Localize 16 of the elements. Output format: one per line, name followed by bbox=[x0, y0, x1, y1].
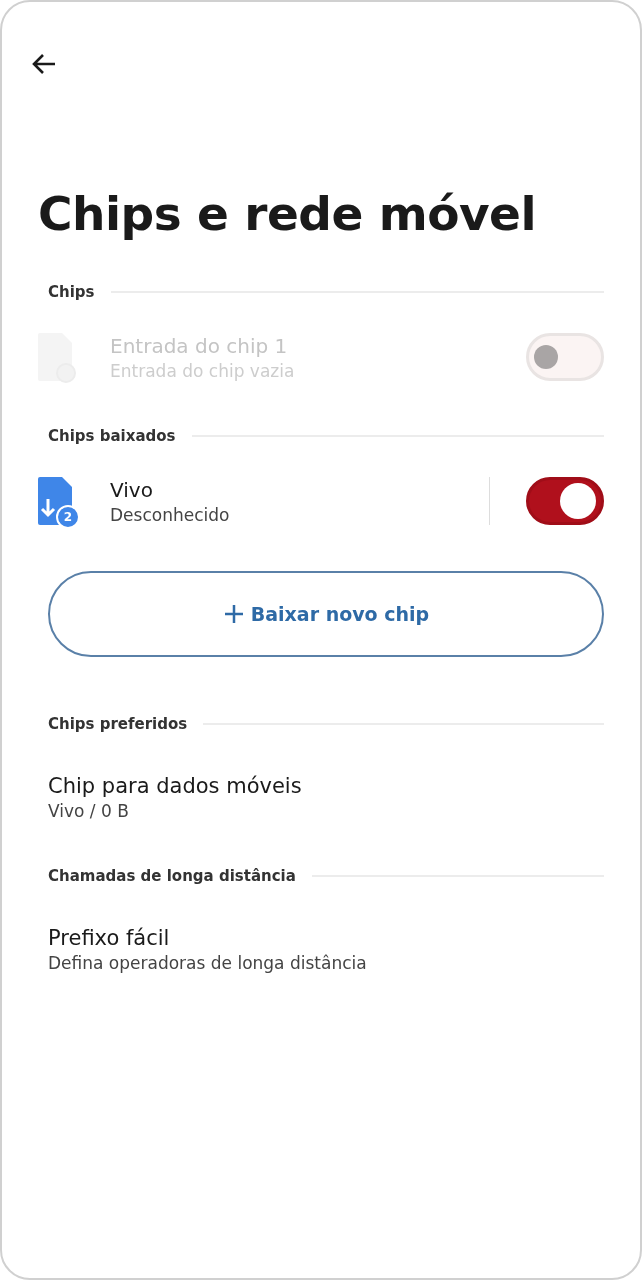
toggle-switch[interactable] bbox=[526, 477, 604, 525]
section-header: Chips bbox=[48, 283, 95, 301]
section-header: Chips preferidos bbox=[48, 715, 188, 733]
section-header: Chips baixados bbox=[48, 427, 176, 445]
section-header: Chamadas de longa distância bbox=[48, 867, 296, 885]
sim-status: Desconhecido bbox=[110, 504, 231, 525]
sim-name: Entrada do chip 1 bbox=[110, 333, 289, 358]
setting-summary: Defina operadoras de longa distância bbox=[48, 952, 368, 973]
page-title: Chips e rede móvel bbox=[38, 186, 538, 241]
sim-number-badge: 2 bbox=[56, 505, 80, 529]
sim-name: Vivo bbox=[110, 477, 154, 502]
plus-icon bbox=[222, 603, 245, 625]
setting-summary: Vivo / 0 B bbox=[48, 800, 130, 821]
setting-title[interactable]: Prefixo fácil bbox=[48, 925, 604, 950]
setting-title[interactable]: Chip para dados móveis bbox=[48, 773, 604, 798]
download-chip-button[interactable]: Baixar novo chip bbox=[48, 571, 604, 657]
